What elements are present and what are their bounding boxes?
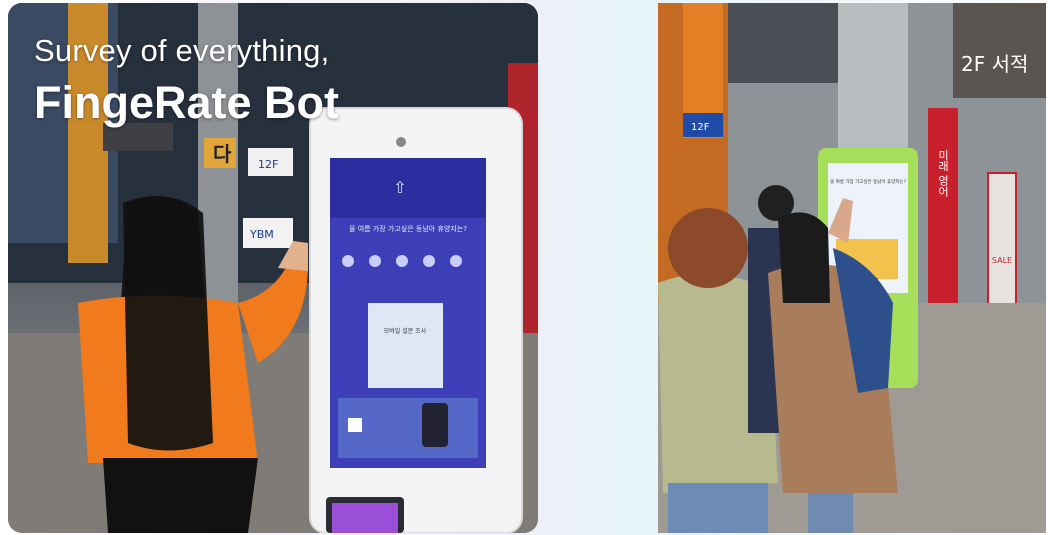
ybm-sign-text: YBM: [249, 228, 274, 241]
floor-sign-text: 12F: [258, 158, 278, 171]
right-photo-scene: 12F 2F 서적 미래 영어 2F SALE 올 여름 가장 가고싶은 동남아…: [658, 3, 1046, 533]
dark-hair: [778, 212, 830, 303]
right-photo: 12F 2F 서적 미래 영어 2F SALE 올 여름 가장 가고싶은 동남아…: [658, 3, 1046, 533]
red-banner-text: 미래 영어: [937, 149, 950, 197]
kiosk-card-reader-screen: [332, 503, 398, 533]
store-sign-text: 2F 서적: [961, 52, 1028, 76]
hair-overlay: [123, 195, 213, 451]
option-icon: [342, 255, 354, 267]
black-skirt: [103, 458, 258, 533]
red-vertical-banner: [928, 108, 958, 333]
kiosk-question: 올 여름 가장 가고싶은 동남아 휴양지는?: [349, 224, 467, 233]
option-icon: [423, 255, 435, 267]
sale-banner-text: SALE: [992, 256, 1012, 265]
shop-sign-text: 다: [213, 142, 232, 166]
kiosk-screen-header: [330, 158, 486, 218]
floor-sign-text: 12F: [691, 122, 710, 133]
left-photo: 다 YBM 12F ⇧ 올 여름 가장 가고싶은 동남아 휴양지는? 모바일 설…: [8, 3, 538, 533]
title-line1: Survey of everything,: [34, 33, 330, 68]
option-icon: [450, 255, 462, 267]
option-icon: [369, 255, 381, 267]
phone-icon: [422, 403, 448, 447]
kiosk-card: [368, 303, 443, 388]
kiosk-card-title: 모바일 설문 조사: [384, 327, 427, 335]
title-line2: FingeRate Bot: [34, 77, 340, 128]
jeans: [668, 483, 768, 533]
curly-hair: [668, 208, 748, 288]
up-arrow-icon: ⇧: [393, 178, 406, 197]
kiosk-question: 올 여름 가장 가고싶은 동남아 휴양지는?: [830, 178, 906, 185]
store-sign-board: [953, 3, 1046, 98]
jeans-right: [808, 493, 853, 533]
awning: [728, 3, 838, 83]
qr-code-icon: [348, 418, 362, 432]
option-icon: [396, 255, 408, 267]
kiosk-camera: [396, 137, 406, 147]
